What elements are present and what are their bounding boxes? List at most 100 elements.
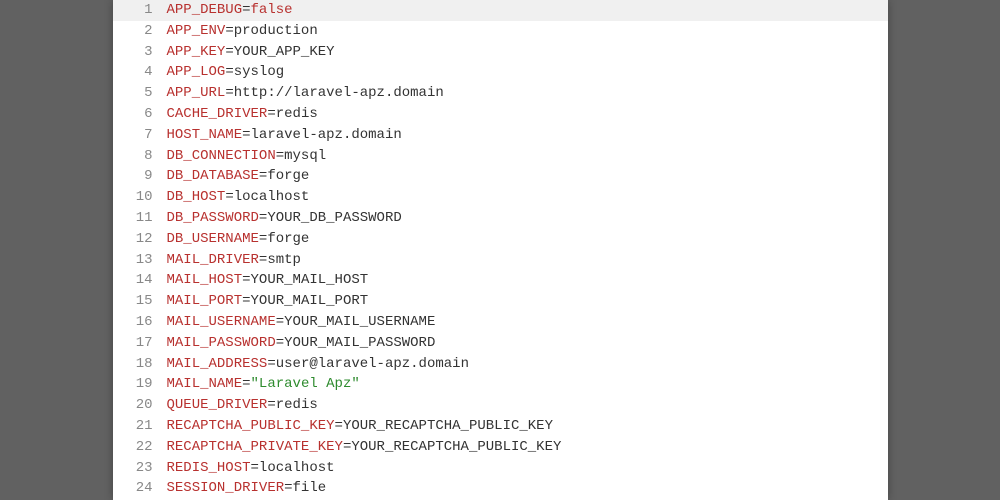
env-key: MAIL_PASSWORD	[167, 335, 276, 351]
code-content[interactable]: APP_LOG=syslog	[167, 62, 888, 83]
code-line[interactable]: 13MAIL_DRIVER=smtp	[113, 250, 888, 271]
env-key: APP_LOG	[167, 64, 226, 80]
code-content[interactable]: MAIL_ADDRESS=user@laravel-apz.domain	[167, 354, 888, 375]
equals-sign: =	[276, 314, 284, 330]
env-value: "Laravel Apz"	[251, 376, 360, 392]
code-line[interactable]: 1APP_DEBUG=false	[113, 0, 888, 21]
env-value: syslog	[234, 64, 284, 80]
code-line[interactable]: 3APP_KEY=YOUR_APP_KEY	[113, 42, 888, 63]
code-content[interactable]: REDIS_HOST=localhost	[167, 458, 888, 479]
code-content[interactable]: MAIL_DRIVER=smtp	[167, 250, 888, 271]
code-line[interactable]: 22RECAPTCHA_PRIVATE_KEY=YOUR_RECAPTCHA_P…	[113, 437, 888, 458]
env-key: SESSION_DRIVER	[167, 480, 285, 496]
env-key: DB_USERNAME	[167, 231, 259, 247]
code-content[interactable]: CACHE_DRIVER=redis	[167, 104, 888, 125]
code-line[interactable]: 17MAIL_PASSWORD=YOUR_MAIL_PASSWORD	[113, 333, 888, 354]
code-line[interactable]: 24SESSION_DRIVER=file	[113, 478, 888, 499]
equals-sign: =	[267, 356, 275, 372]
env-value: false	[251, 2, 293, 18]
line-number: 24	[113, 478, 167, 499]
equals-sign: =	[242, 127, 250, 143]
code-content[interactable]: MAIL_HOST=YOUR_MAIL_HOST	[167, 270, 888, 291]
env-value: YOUR_RECAPTCHA_PUBLIC_KEY	[343, 418, 553, 434]
env-key: APP_ENV	[167, 23, 226, 39]
env-value: production	[234, 23, 318, 39]
code-content[interactable]: RECAPTCHA_PUBLIC_KEY=YOUR_RECAPTCHA_PUBL…	[167, 416, 888, 437]
code-content[interactable]: DB_DATABASE=forge	[167, 166, 888, 187]
code-line[interactable]: 14MAIL_HOST=YOUR_MAIL_HOST	[113, 270, 888, 291]
code-line[interactable]: 12DB_USERNAME=forge	[113, 229, 888, 250]
code-content[interactable]: APP_KEY=YOUR_APP_KEY	[167, 42, 888, 63]
env-key: CACHE_DRIVER	[167, 106, 268, 122]
line-number: 8	[113, 146, 167, 167]
code-content[interactable]: HOST_NAME=laravel-apz.domain	[167, 125, 888, 146]
code-line[interactable]: 11DB_PASSWORD=YOUR_DB_PASSWORD	[113, 208, 888, 229]
code-content[interactable]: APP_URL=http://laravel-apz.domain	[167, 83, 888, 104]
code-content[interactable]: DB_CONNECTION=mysql	[167, 146, 888, 167]
env-value: file	[293, 480, 327, 496]
env-key: MAIL_USERNAME	[167, 314, 276, 330]
code-line[interactable]: 16MAIL_USERNAME=YOUR_MAIL_USERNAME	[113, 312, 888, 333]
equals-sign: =	[225, 85, 233, 101]
env-value: mysql	[284, 148, 326, 164]
code-line[interactable]: 7HOST_NAME=laravel-apz.domain	[113, 125, 888, 146]
code-line[interactable]: 2APP_ENV=production	[113, 21, 888, 42]
equals-sign: =	[242, 293, 250, 309]
line-number: 13	[113, 250, 167, 271]
equals-sign: =	[242, 376, 250, 392]
line-number: 19	[113, 374, 167, 395]
code-content[interactable]: SESSION_DRIVER=file	[167, 478, 888, 499]
equals-sign: =	[225, 64, 233, 80]
code-content[interactable]: MAIL_PORT=YOUR_MAIL_PORT	[167, 291, 888, 312]
env-value: user@laravel-apz.domain	[276, 356, 469, 372]
code-line[interactable]: 9DB_DATABASE=forge	[113, 166, 888, 187]
code-line[interactable]: 19MAIL_NAME="Laravel Apz"	[113, 374, 888, 395]
code-line[interactable]: 5APP_URL=http://laravel-apz.domain	[113, 83, 888, 104]
env-key: DB_PASSWORD	[167, 210, 259, 226]
code-content[interactable]: RECAPTCHA_PRIVATE_KEY=YOUR_RECAPTCHA_PUB…	[167, 437, 888, 458]
equals-sign: =	[225, 189, 233, 205]
code-content[interactable]: MAIL_PASSWORD=YOUR_MAIL_PASSWORD	[167, 333, 888, 354]
env-value: localhost	[234, 189, 310, 205]
code-line[interactable]: 20QUEUE_DRIVER=redis	[113, 395, 888, 416]
env-value: YOUR_DB_PASSWORD	[267, 210, 401, 226]
env-key: APP_DEBUG	[167, 2, 243, 18]
env-key: DB_HOST	[167, 189, 226, 205]
env-value: localhost	[259, 460, 335, 476]
env-value: forge	[267, 168, 309, 184]
code-line[interactable]: 6CACHE_DRIVER=redis	[113, 104, 888, 125]
env-key: RECAPTCHA_PRIVATE_KEY	[167, 439, 343, 455]
code-content[interactable]: APP_DEBUG=false	[167, 0, 888, 21]
code-content[interactable]: DB_HOST=localhost	[167, 187, 888, 208]
code-content[interactable]: MAIL_USERNAME=YOUR_MAIL_USERNAME	[167, 312, 888, 333]
env-key: MAIL_ADDRESS	[167, 356, 268, 372]
env-key: RECAPTCHA_PUBLIC_KEY	[167, 418, 335, 434]
code-editor[interactable]: 1APP_DEBUG=false2APP_ENV=production3APP_…	[113, 0, 888, 500]
env-key: QUEUE_DRIVER	[167, 397, 268, 413]
code-content[interactable]: DB_PASSWORD=YOUR_DB_PASSWORD	[167, 208, 888, 229]
code-line[interactable]: 23REDIS_HOST=localhost	[113, 458, 888, 479]
line-number: 14	[113, 270, 167, 291]
code-line[interactable]: 15MAIL_PORT=YOUR_MAIL_PORT	[113, 291, 888, 312]
code-line[interactable]: 4APP_LOG=syslog	[113, 62, 888, 83]
code-content[interactable]: QUEUE_DRIVER=redis	[167, 395, 888, 416]
env-key: HOST_NAME	[167, 127, 243, 143]
code-line[interactable]: 10DB_HOST=localhost	[113, 187, 888, 208]
code-line[interactable]: 18MAIL_ADDRESS=user@laravel-apz.domain	[113, 354, 888, 375]
equals-sign: =	[242, 272, 250, 288]
env-value: smtp	[267, 252, 301, 268]
code-line[interactable]: 8DB_CONNECTION=mysql	[113, 146, 888, 167]
env-key: APP_KEY	[167, 44, 226, 60]
env-value: redis	[276, 106, 318, 122]
line-number: 16	[113, 312, 167, 333]
code-content[interactable]: DB_USERNAME=forge	[167, 229, 888, 250]
line-number: 1	[113, 0, 167, 21]
line-number: 9	[113, 166, 167, 187]
equals-sign: =	[284, 480, 292, 496]
code-line[interactable]: 21RECAPTCHA_PUBLIC_KEY=YOUR_RECAPTCHA_PU…	[113, 416, 888, 437]
line-number: 6	[113, 104, 167, 125]
line-number: 12	[113, 229, 167, 250]
code-content[interactable]: APP_ENV=production	[167, 21, 888, 42]
line-number: 4	[113, 62, 167, 83]
code-content[interactable]: MAIL_NAME="Laravel Apz"	[167, 374, 888, 395]
